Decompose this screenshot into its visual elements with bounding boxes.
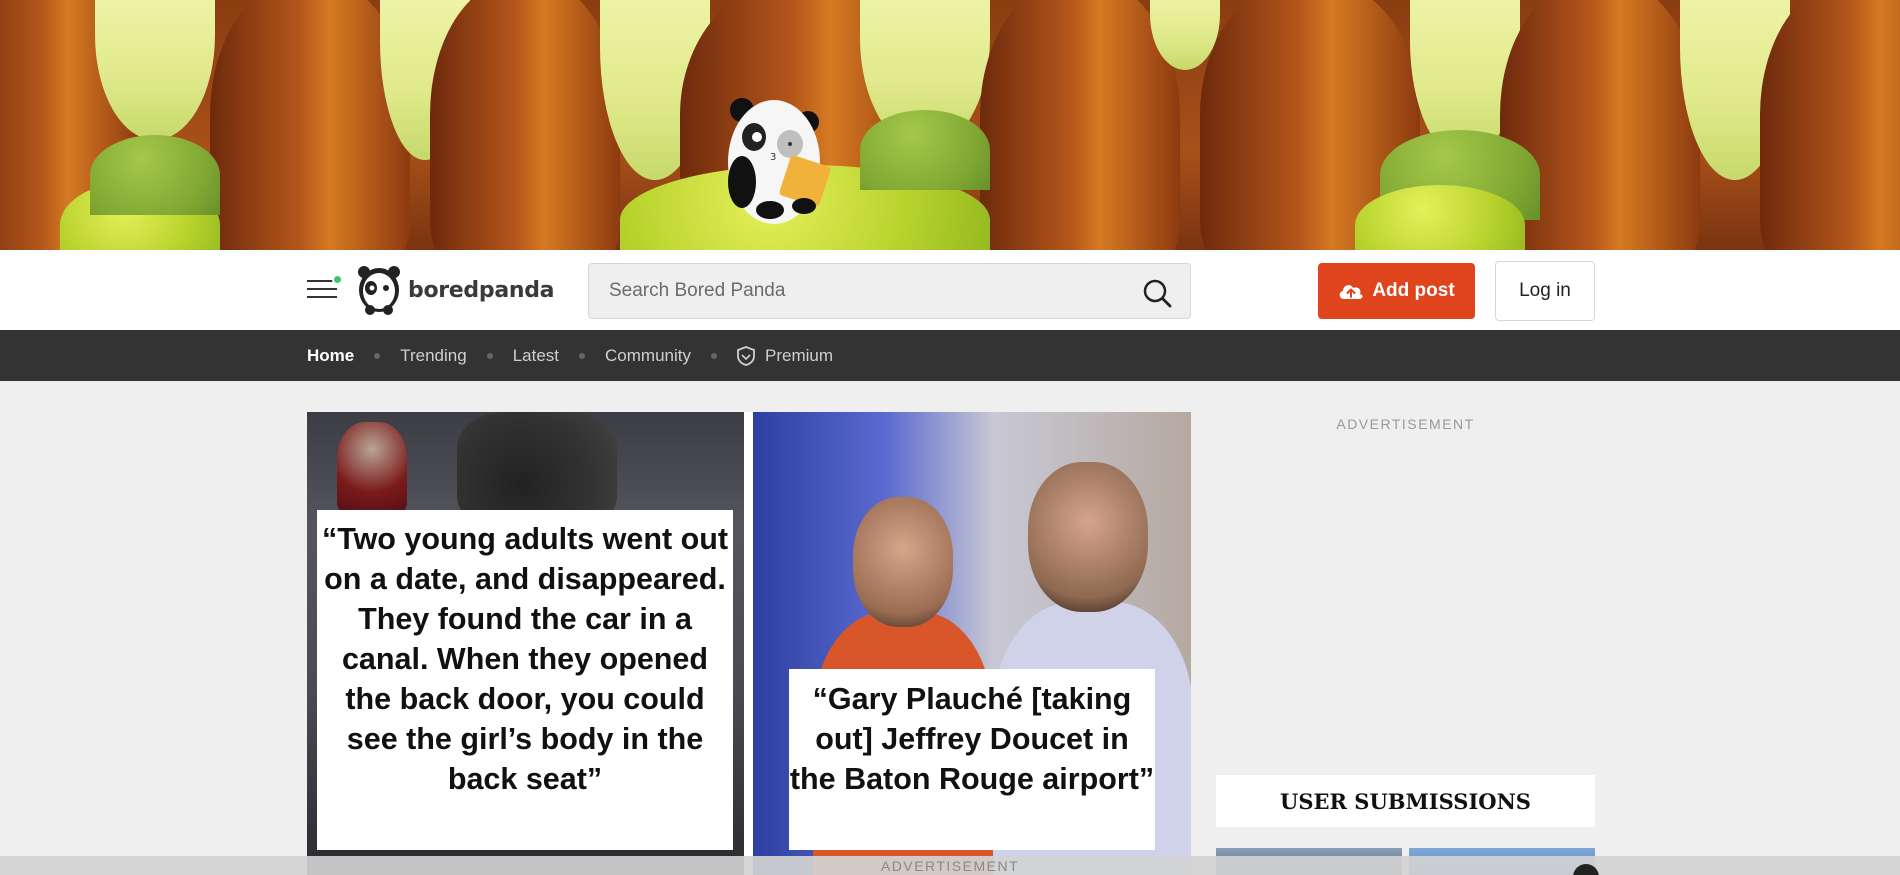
notification-dot [332, 274, 343, 285]
banner-bush [860, 110, 990, 190]
logo-text: boredpanda [408, 277, 555, 303]
login-label: Log in [1519, 280, 1571, 301]
banner-trunk [430, 0, 620, 250]
shield-premium-icon [737, 345, 755, 366]
bottom-ad-bar: ADVERTISEMENT [0, 856, 1900, 875]
main-nav: Home Trending Latest Community Premium [0, 330, 1900, 381]
nav-item-label: Trending [400, 345, 467, 365]
nav-separator [374, 352, 381, 359]
login-button[interactable]: Log in [1495, 261, 1595, 321]
banner-trunk [980, 0, 1180, 250]
add-post-button[interactable]: Add post [1318, 263, 1475, 319]
search-icon[interactable] [1142, 278, 1172, 308]
hamburger-menu-icon[interactable] [307, 274, 343, 302]
featured-image-left: “Two young adults went out on a date, an… [307, 412, 744, 875]
image-divider [744, 412, 753, 875]
search-input[interactable] [609, 264, 1129, 318]
caption-right: “Gary Plauché [taking out] Jeffrey Douce… [789, 669, 1155, 850]
nav-item-label: Community [605, 345, 691, 365]
nav-item-premium[interactable]: Premium [737, 346, 833, 366]
svg-text:3: 3 [770, 152, 776, 163]
panda-logo-icon [358, 266, 400, 315]
nav-separator [710, 352, 717, 359]
banner-bush [90, 135, 220, 215]
add-post-label: Add post [1372, 280, 1455, 301]
banner-panda-mascot: 3 [728, 98, 831, 224]
nav-separator [486, 352, 493, 359]
bottom-ad-label: ADVERTISEMENT [880, 858, 1020, 874]
nav-item-label: Home [307, 345, 355, 365]
caption-left: “Two young adults went out on a date, an… [317, 510, 733, 850]
banner-trunk [1760, 0, 1900, 250]
user-submissions-heading: USER SUBMISSIONS [1216, 775, 1595, 827]
nav-item-label: Premium [764, 345, 833, 365]
sidebar-ad-label: ADVERTISEMENT [1336, 416, 1475, 432]
nav-item-community[interactable]: Community [605, 346, 691, 366]
nav-item-latest[interactable]: Latest [513, 346, 559, 366]
featured-post-card[interactable]: “Two young adults went out on a date, an… [307, 412, 1191, 875]
upload-cloud-icon [1340, 285, 1363, 299]
site-logo[interactable]: boredpanda [356, 264, 555, 316]
nav-item-label: Latest [512, 345, 560, 365]
nav-item-home[interactable]: Home [307, 346, 354, 366]
header-banner: 3 [0, 0, 1900, 250]
nav-separator [579, 352, 586, 359]
search-bar [588, 263, 1191, 319]
nav-item-trending[interactable]: Trending [400, 346, 466, 366]
